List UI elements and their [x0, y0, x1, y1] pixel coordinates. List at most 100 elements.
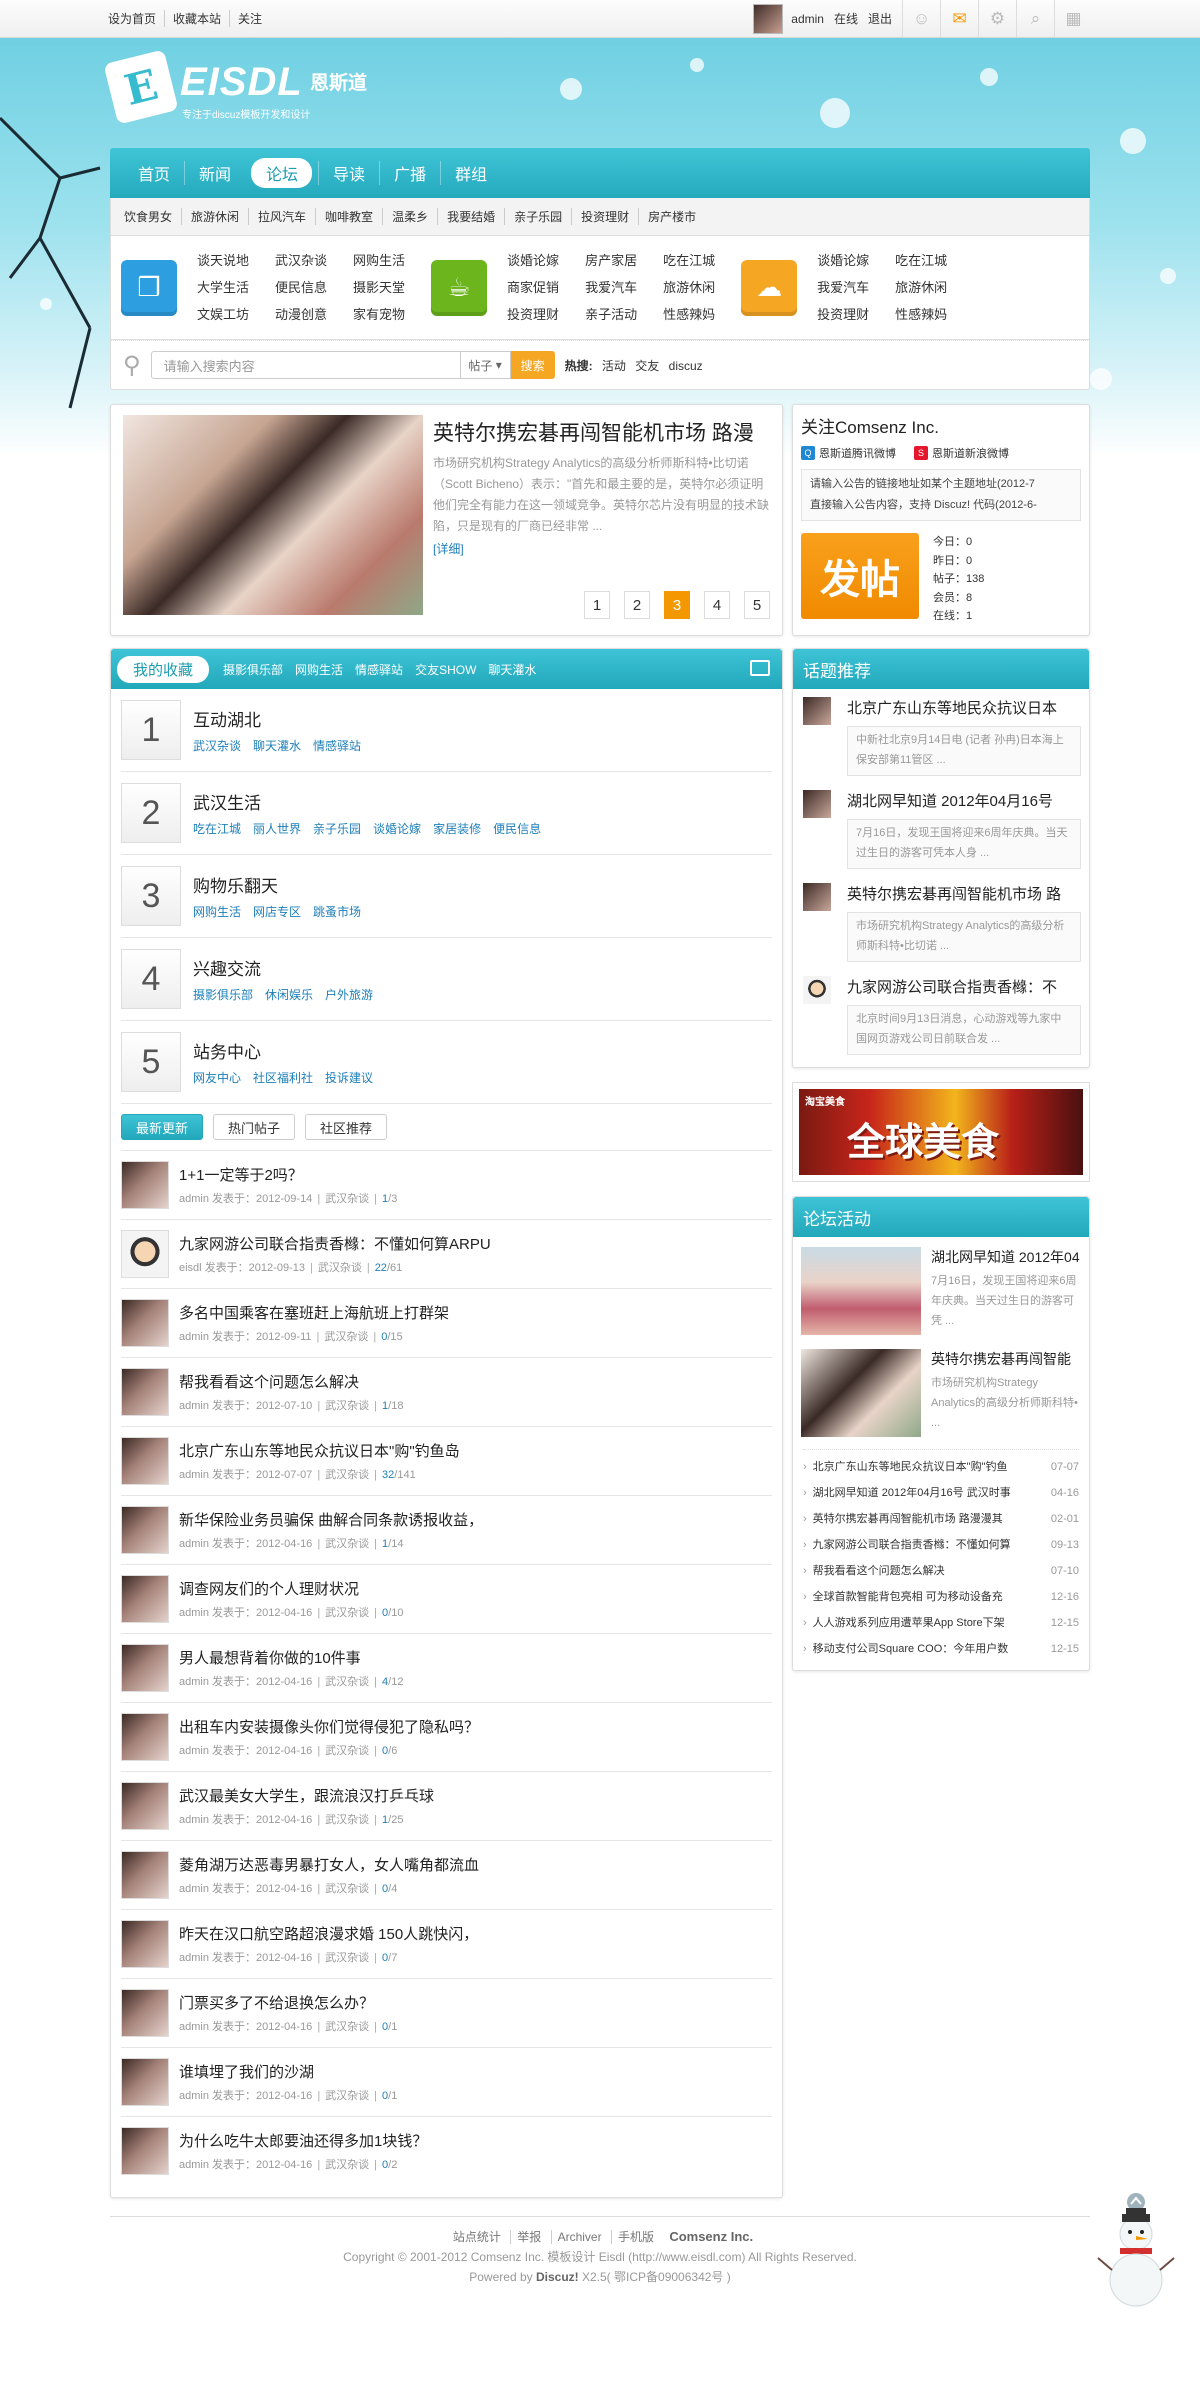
- thread-forum[interactable]: 武汉杂谈: [324, 1331, 368, 1343]
- thread-author[interactable]: admin: [179, 1193, 212, 1205]
- author-avatar[interactable]: [121, 1920, 169, 1968]
- thread-title[interactable]: 出租车内安装摄像头你们觉得侵犯了隐私吗？: [179, 1716, 479, 1737]
- thread-author[interactable]: admin: [179, 1400, 212, 1412]
- forum-sublink[interactable]: 投诉建议: [325, 1071, 373, 1085]
- category-link[interactable]: 商家促销: [507, 274, 559, 301]
- subnav-item[interactable]: 咖啡教室: [315, 208, 382, 225]
- tab-my-favorites[interactable]: 我的收藏: [117, 655, 210, 683]
- subnav-item[interactable]: 我要结婚: [437, 208, 504, 225]
- category-link[interactable]: 网购生活: [353, 247, 405, 274]
- category-link[interactable]: 旅游休闲: [663, 274, 715, 301]
- hot-keyword[interactable]: 交友: [635, 359, 659, 373]
- category-link[interactable]: 吃在江城: [895, 247, 947, 274]
- category-link[interactable]: 谈婚论嫁: [817, 247, 869, 274]
- thread-author[interactable]: admin: [179, 1745, 212, 1757]
- forum-name[interactable]: 兴趣交流: [193, 955, 385, 980]
- category-link[interactable]: 性感辣妈: [895, 301, 947, 328]
- forum-sublink[interactable]: 亲子乐园: [313, 822, 361, 836]
- activity-link[interactable]: 移动支付公司Square COO：今年用户数: [803, 1636, 1045, 1662]
- footer-link-archiver[interactable]: Archiver: [550, 2230, 608, 2244]
- thread-author[interactable]: admin: [179, 2159, 212, 2171]
- nav-home[interactable]: 首页: [124, 161, 184, 185]
- activity-link[interactable]: 英特尔携宏碁再闯智能机市场 路漫漫其: [803, 1506, 1045, 1532]
- author-avatar[interactable]: [121, 1437, 169, 1485]
- fav-tab[interactable]: 交友SHOW: [415, 661, 476, 678]
- thread-title[interactable]: 北京广东山东等地民众抗议日本"购"钓鱼岛: [179, 1440, 460, 1461]
- nav-news[interactable]: 新闻: [184, 161, 245, 185]
- search-icon[interactable]: ⌕: [1016, 0, 1054, 38]
- user-avatar[interactable]: [753, 3, 784, 34]
- activity-link[interactable]: 湖北网早知道 2012年04月16号 武汉时事: [803, 1480, 1045, 1506]
- featured-more-link[interactable]: [详细]: [433, 540, 464, 557]
- category-link[interactable]: 大学生活: [197, 274, 249, 301]
- category-link[interactable]: 动漫创意: [275, 301, 327, 328]
- thread-title[interactable]: 门票买多了不给退换怎么办？: [179, 1992, 397, 2013]
- forum-sublink[interactable]: 网店专区: [253, 905, 301, 919]
- thread-title[interactable]: 九家网游公司联合指责香橼：不懂如何算ARPU: [179, 1233, 491, 1254]
- author-avatar[interactable]: [121, 1368, 169, 1416]
- forum-sublink[interactable]: 吃在江城: [193, 822, 241, 836]
- thread-forum[interactable]: 武汉杂谈: [325, 1814, 369, 1826]
- ad-banner[interactable]: 淘宝美食 全球美食: [792, 1082, 1090, 1182]
- author-avatar[interactable]: [121, 1161, 169, 1209]
- logout-link[interactable]: 退出: [868, 10, 892, 27]
- hot-keyword[interactable]: 活动: [602, 359, 626, 373]
- fav-tab[interactable]: 摄影俱乐部: [223, 661, 283, 678]
- username-link[interactable]: admin: [791, 12, 824, 26]
- category-link[interactable]: 亲子活动: [585, 301, 637, 328]
- thread-author[interactable]: admin: [179, 1952, 212, 1964]
- announcement-item[interactable]: 请输入公告的链接地址如某个主题地址(2012-7: [810, 474, 1072, 495]
- thread-author[interactable]: admin: [179, 1469, 212, 1481]
- subnav-item[interactable]: 拉风汽车: [248, 208, 315, 225]
- category-link[interactable]: 摄影天堂: [353, 274, 405, 301]
- thread-author[interactable]: admin: [179, 1814, 212, 1826]
- thread-forum[interactable]: 武汉杂谈: [325, 2021, 369, 2033]
- thread-title[interactable]: 调查网友们的个人理财状况: [179, 1578, 403, 1599]
- thread-title[interactable]: 武汉最美女大学生，跟流浪汉打乒乓球: [179, 1785, 434, 1806]
- thread-forum[interactable]: 武汉杂谈: [325, 1538, 369, 1550]
- thread-title[interactable]: 新华保险业务员骗保 曲解合同条款诱报收益，: [179, 1509, 483, 1530]
- category-link[interactable]: 文娱工坊: [197, 301, 249, 328]
- thread-author[interactable]: admin: [179, 1883, 212, 1895]
- tencent-weibo-link[interactable]: Q 恩斯道腾讯微博: [801, 445, 896, 461]
- topic-title[interactable]: 北京广东山东等地民众抗议日本: [847, 697, 1085, 718]
- forum-sublink[interactable]: 武汉杂谈: [193, 739, 241, 753]
- forum-sublink[interactable]: 网购生活: [193, 905, 241, 919]
- activity-link[interactable]: 帮我看看这个问题怎么解决: [803, 1558, 1045, 1584]
- thread-author[interactable]: admin: [179, 2090, 212, 2102]
- gear-icon[interactable]: ⚙: [978, 0, 1016, 38]
- forum-sublink[interactable]: 情感驿站: [313, 739, 361, 753]
- nav-forum[interactable]: 论坛: [251, 158, 313, 188]
- announcement-item[interactable]: 直接输入公告内容，支持 Discuz! 代码(2012-6-: [810, 495, 1072, 516]
- site-logo[interactable]: E EISDL 恩斯道 专注于discuz模板开发和设计: [103, 38, 1090, 148]
- category-link[interactable]: 投资理财: [817, 301, 869, 328]
- forum-sublink[interactable]: 户外旅游: [325, 988, 373, 1002]
- thread-forum[interactable]: 武汉杂谈: [325, 1883, 369, 1895]
- thread-title[interactable]: 男人最想背着你做的10件事: [179, 1647, 403, 1668]
- author-avatar[interactable]: [121, 2058, 169, 2106]
- category-link[interactable]: 投资理财: [507, 301, 559, 328]
- activity-link[interactable]: 九家网游公司联合指责香橼：不懂如何算: [803, 1532, 1045, 1558]
- thread-forum[interactable]: 武汉杂谈: [325, 2159, 369, 2171]
- slider-page-5[interactable]: 5: [744, 591, 770, 619]
- activity-image[interactable]: [801, 1349, 921, 1437]
- thread-forum[interactable]: 武汉杂谈: [318, 1262, 362, 1274]
- thread-title[interactable]: 谁填埋了我们的沙湖: [179, 2061, 397, 2082]
- grid-icon[interactable]: ▦: [1054, 0, 1092, 38]
- thread-author[interactable]: admin: [179, 1607, 212, 1619]
- category-link[interactable]: 我爱汽车: [817, 274, 869, 301]
- author-avatar[interactable]: [121, 1989, 169, 2037]
- activity-image[interactable]: [801, 1247, 921, 1335]
- thread-author[interactable]: admin: [179, 1676, 212, 1688]
- category-link[interactable]: 性感辣妈: [663, 301, 715, 328]
- forum-sublink[interactable]: 聊天灌水: [253, 739, 301, 753]
- user-icon[interactable]: ☺: [902, 0, 940, 38]
- slider-page-1[interactable]: 1: [584, 591, 610, 619]
- tab-recommended[interactable]: 社区推荐: [305, 1114, 388, 1140]
- forum-name[interactable]: 武汉生活: [193, 789, 553, 814]
- category-link[interactable]: 房产家居: [585, 247, 637, 274]
- topic-title[interactable]: 英特尔携宏碁再闯智能机市场 路: [847, 883, 1085, 904]
- author-avatar[interactable]: [121, 1575, 169, 1623]
- forum-sublink[interactable]: 家居装修: [433, 822, 481, 836]
- subnav-item[interactable]: 旅游休闲: [181, 208, 248, 225]
